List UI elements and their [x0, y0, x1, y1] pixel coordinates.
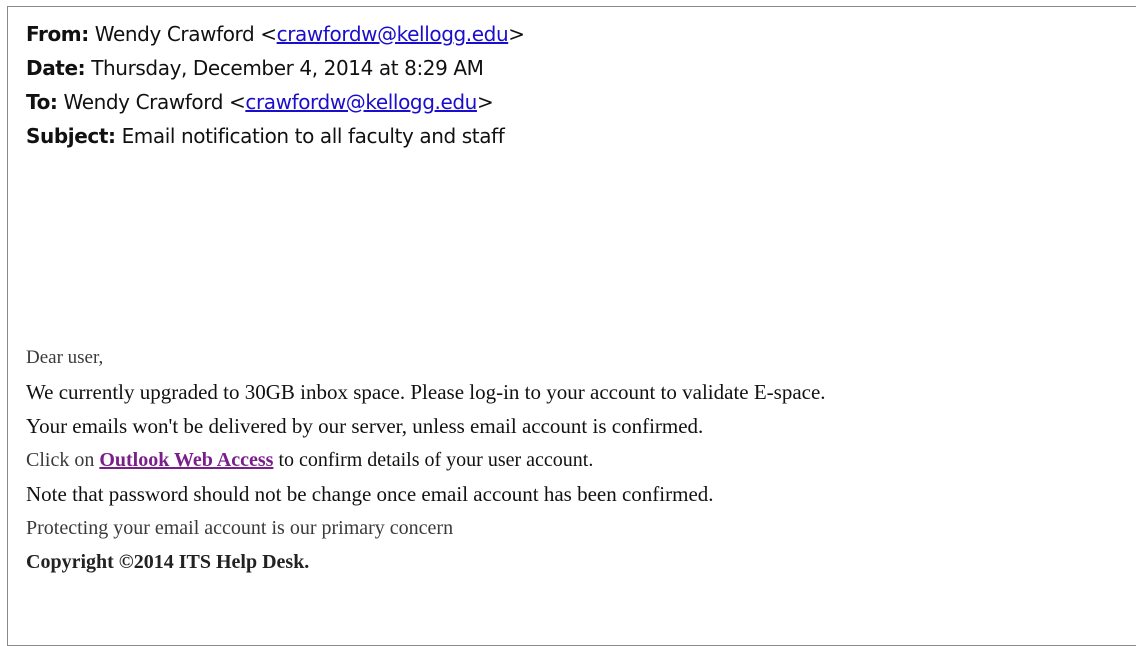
body-line-upgrade: We currently upgraded to 30GB inbox spac…: [26, 380, 826, 404]
subject-value: Email notification to all faculty and st…: [121, 124, 505, 148]
to-email-link[interactable]: crawfordw@kellogg.edu: [245, 90, 477, 114]
subject-line: Subject: Email notification to all facul…: [26, 119, 525, 153]
copyright-text: Copyright ©2014 ITS Help Desk.: [26, 551, 310, 573]
date-value: Thursday, December 4, 2014 at 8:29 AM: [91, 56, 484, 80]
email-body: Dear user, We currently upgraded to 30GB…: [26, 341, 826, 579]
date-line: Date: Thursday, December 4, 2014 at 8:29…: [26, 51, 525, 85]
from-name: Wendy Crawford <: [94, 22, 277, 46]
email-header: From: Wendy Crawford <crawfordw@kellogg.…: [26, 17, 525, 153]
outlook-web-access-link[interactable]: Outlook Web Access: [99, 449, 273, 471]
date-label: Date:: [26, 56, 86, 80]
body-line-click: Click on Outlook Web Access to confirm d…: [26, 443, 826, 477]
email-message-pane: From: Wendy Crawford <crawfordw@kellogg.…: [7, 6, 1136, 646]
from-line: From: Wendy Crawford <crawfordw@kellogg.…: [26, 17, 525, 51]
subject-label: Subject:: [26, 124, 116, 148]
greeting-text: Dear user,: [26, 347, 104, 368]
from-label: From:: [26, 22, 89, 46]
click-suffix: to confirm details of your user account.: [273, 449, 594, 471]
to-name: Wendy Crawford <: [63, 90, 246, 114]
from-close: >: [508, 22, 525, 46]
from-email-link[interactable]: crawfordw@kellogg.edu: [277, 22, 509, 46]
click-prefix: Click on: [26, 449, 100, 471]
body-line-protecting: Protecting your email account is our pri…: [26, 517, 454, 539]
to-label: To:: [26, 90, 58, 114]
body-line-delivery: Your emails won't be delivered by our se…: [26, 414, 704, 438]
body-line-password: Note that password should not be change …: [26, 482, 714, 506]
to-line: To: Wendy Crawford <crawfordw@kellogg.ed…: [26, 85, 525, 119]
to-close: >: [476, 90, 494, 114]
